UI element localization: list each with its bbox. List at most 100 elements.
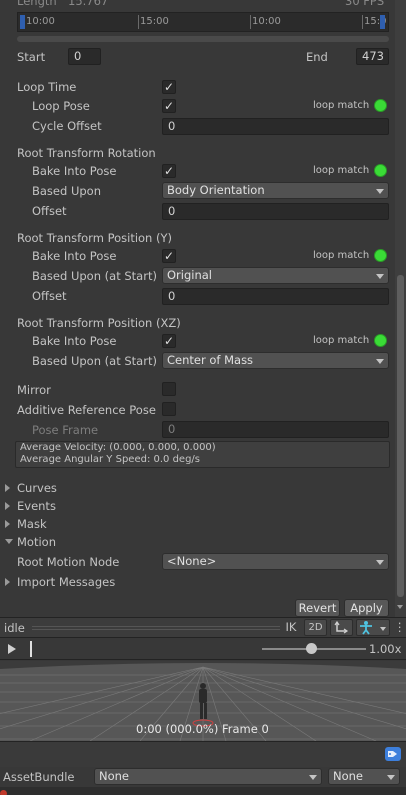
- position-xz-bake-checkbox[interactable]: ✓: [162, 334, 176, 348]
- scroll-down-icon[interactable]: [397, 605, 403, 609]
- asset-label-tag-icon[interactable]: [385, 747, 401, 761]
- cycle-offset-field[interactable]: 0: [162, 118, 389, 135]
- preview-toolbar: idle IK 2D ⋮: [0, 617, 406, 638]
- rotation-loop-match-label: loop match: [313, 165, 370, 176]
- position-y-bake-label: Bake Into Pose: [32, 249, 117, 263]
- position-y-offset-field[interactable]: 0: [162, 288, 389, 305]
- position-y-based-upon-value: Original: [167, 268, 213, 282]
- pose-frame-label: Pose Frame: [32, 423, 99, 437]
- tick-line: [138, 15, 139, 29]
- preview-time-readout: 0:00 (000.0%) Frame 0: [136, 722, 269, 736]
- loop-time-checkbox[interactable]: ✓: [162, 80, 176, 94]
- rotation-based-upon-label: Based Upon: [32, 184, 101, 198]
- timeline-end-marker[interactable]: [380, 15, 385, 29]
- error-indicator-icon: [0, 790, 7, 795]
- position-xz-header: Root Transform Position (XZ): [17, 316, 181, 330]
- position-y-loop-match-label: loop match: [313, 250, 370, 261]
- rotation-offset-field[interactable]: 0: [162, 203, 389, 220]
- chevron-down-icon: [376, 359, 384, 364]
- root-motion-node-label: Root Motion Node: [17, 555, 120, 569]
- position-y-loop-match-indicator-icon: [374, 249, 387, 262]
- position-y-based-upon-dropdown[interactable]: Original: [162, 267, 389, 284]
- root-motion-node-dropdown[interactable]: <None>: [162, 553, 389, 570]
- loop-time-label: Loop Time: [17, 80, 77, 94]
- revert-button[interactable]: Revert: [295, 599, 340, 617]
- mirror-label: Mirror: [17, 383, 51, 397]
- timeline-ruler[interactable]: 10:00 15:00 10:00 15:0: [17, 12, 389, 32]
- asset-bundle-variant-value: None: [333, 769, 364, 783]
- rotation-offset-label: Offset: [32, 204, 67, 218]
- timeline-start-marker[interactable]: [20, 15, 25, 29]
- position-y-header: Root Transform Position (Y): [17, 231, 172, 245]
- avatar-preview-icon[interactable]: [356, 619, 390, 636]
- asset-bundle-name-dropdown[interactable]: None: [94, 768, 322, 785]
- tick-line: [362, 15, 363, 29]
- position-xz-based-upon-label: Based Upon (at Start): [32, 354, 157, 368]
- motion-foldout[interactable]: Motion: [17, 535, 56, 549]
- position-y-offset-label: Offset: [32, 289, 67, 303]
- 2d-toggle[interactable]: 2D: [304, 619, 327, 636]
- start-field[interactable]: 0: [68, 48, 101, 65]
- chevron-down-icon: [387, 775, 395, 780]
- import-messages-foldout-arrow-icon[interactable]: [5, 578, 10, 586]
- timeline-header: Length 15.767 30 FPS: [0, 0, 395, 12]
- scrollbar-thumb[interactable]: [397, 275, 404, 597]
- additive-reference-pose-checkbox[interactable]: [162, 402, 176, 416]
- inspector-scrollbar[interactable]: [395, 0, 406, 617]
- asset-bundle-label: AssetBundle: [3, 770, 75, 784]
- motion-foldout-arrow-icon[interactable]: [5, 539, 13, 544]
- position-y-based-upon-label: Based Upon (at Start): [32, 269, 157, 283]
- chevron-down-icon: [376, 274, 384, 279]
- timeline-scrollbar[interactable]: [17, 36, 389, 42]
- average-velocity-text: Average Velocity: (0.000, 0.000, 0.000): [20, 442, 216, 453]
- position-xz-loop-match-indicator-icon: [374, 334, 387, 347]
- preview-viewport[interactable]: 0:00 (000.0%) Frame 0: [0, 661, 406, 741]
- speed-slider-thumb[interactable]: [306, 643, 317, 654]
- apply-button[interactable]: Apply: [344, 599, 389, 617]
- position-xz-based-upon-dropdown[interactable]: Center of Mass: [162, 352, 389, 369]
- rotation-based-upon-value: Body Orientation: [167, 183, 265, 197]
- playback-speed: 1.00x: [369, 642, 402, 656]
- rotation-bake-label: Bake Into Pose: [32, 164, 117, 178]
- loop-pose-checkbox[interactable]: ✓: [162, 99, 176, 113]
- position-y-bake-checkbox[interactable]: ✓: [162, 249, 176, 263]
- events-foldout-arrow-icon[interactable]: [5, 502, 10, 510]
- loop-match-label: loop match: [313, 100, 370, 111]
- chevron-down-icon: [376, 189, 384, 194]
- fps-label: 30 FPS: [345, 0, 385, 8]
- mask-foldout[interactable]: Mask: [17, 517, 47, 531]
- position-xz-loop-match-label: loop match: [313, 335, 370, 346]
- kebab-menu-icon[interactable]: ⋮: [394, 620, 406, 635]
- ik-toggle[interactable]: IK: [281, 619, 301, 636]
- chevron-down-icon: [376, 560, 384, 565]
- playhead-line[interactable]: [30, 641, 32, 657]
- pose-frame-field: 0: [162, 421, 389, 438]
- additive-reference-pose-label: Additive Reference Pose: [17, 403, 156, 417]
- rotation-based-upon-dropdown[interactable]: Body Orientation: [162, 182, 389, 199]
- clip-name: idle: [4, 621, 25, 635]
- import-messages-foldout[interactable]: Import Messages: [17, 575, 115, 589]
- pivot-toggle-icon[interactable]: [330, 619, 353, 636]
- end-label: End: [306, 50, 328, 64]
- asset-labels-bar: [0, 741, 406, 767]
- play-button-icon[interactable]: [8, 644, 16, 654]
- loop-pose-label: Loop Pose: [32, 99, 90, 113]
- events-foldout[interactable]: Events: [17, 499, 56, 513]
- chevron-down-icon: [309, 775, 317, 780]
- length-label: Length: [17, 0, 57, 8]
- average-velocity-info-box: Average Velocity: (0.000, 0.000, 0.000) …: [15, 441, 390, 468]
- mirror-checkbox[interactable]: [162, 382, 176, 396]
- tick-label: 15:00: [140, 16, 169, 27]
- position-xz-based-upon-value: Center of Mass: [167, 353, 254, 367]
- cycle-offset-label: Cycle Offset: [32, 119, 102, 133]
- mask-foldout-arrow-icon[interactable]: [5, 520, 10, 528]
- curves-foldout-arrow-icon[interactable]: [5, 484, 10, 492]
- asset-bundle-variant-dropdown[interactable]: None: [328, 768, 400, 785]
- curves-foldout[interactable]: Curves: [17, 481, 57, 495]
- root-motion-node-value: <None>: [167, 554, 217, 568]
- tick-label: 10:00: [26, 16, 55, 27]
- position-xz-bake-label: Bake Into Pose: [32, 334, 117, 348]
- end-field[interactable]: 473: [356, 48, 389, 65]
- rotation-bake-checkbox[interactable]: ✓: [162, 164, 176, 178]
- tick-line: [250, 15, 251, 29]
